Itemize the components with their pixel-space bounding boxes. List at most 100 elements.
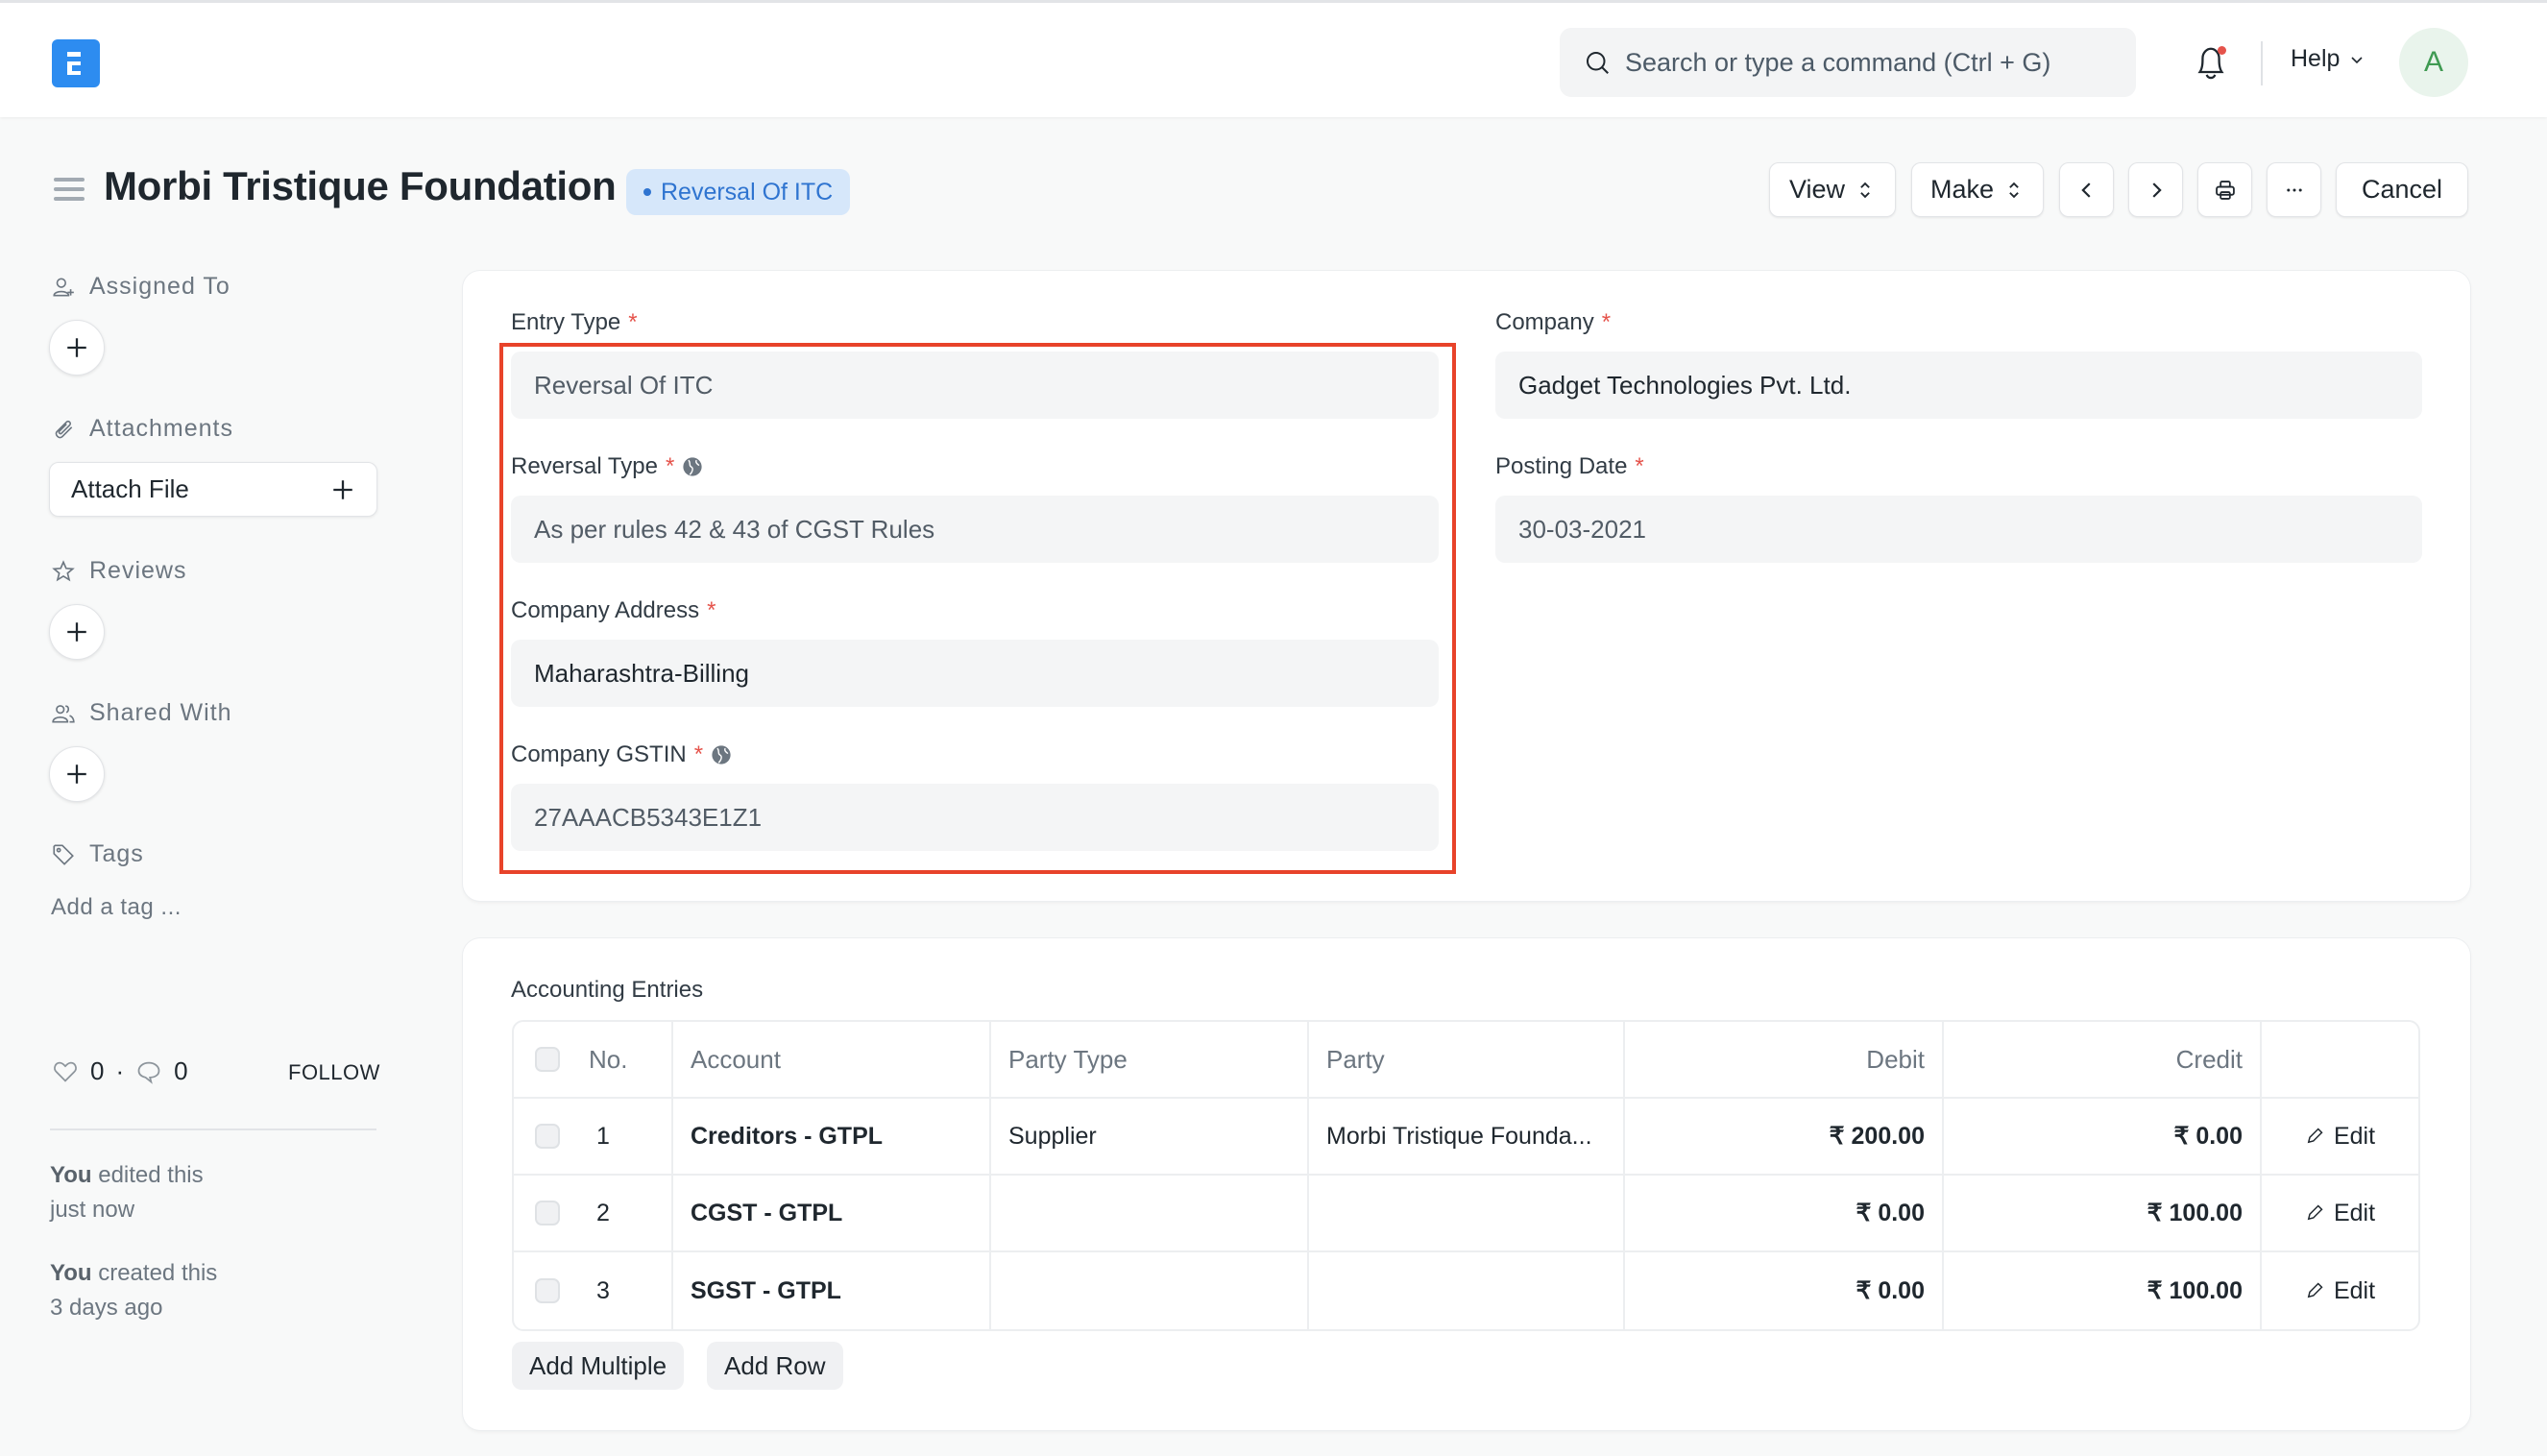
view-label: View (1788, 175, 1846, 204)
attach-file-button[interactable]: Attach File (49, 462, 377, 517)
app-logo-icon[interactable] (52, 39, 100, 87)
table-row[interactable]: 2 CGST - GTPL ₹ 0.00 ₹ 100.00 Edit (514, 1176, 2418, 1252)
more-actions-button[interactable] (2267, 162, 2321, 217)
add-review-button[interactable] (49, 604, 105, 660)
party-type-cell[interactable] (991, 1176, 1309, 1250)
posting-date-field[interactable]: 30-03-2021 (1495, 496, 2422, 563)
party-type-cell[interactable] (991, 1252, 1309, 1329)
plus-icon (67, 338, 86, 357)
debit-cell[interactable]: ₹ 0.00 (1625, 1252, 1944, 1329)
heart-icon[interactable] (52, 1058, 79, 1085)
credit-cell[interactable]: ₹ 0.00 (1944, 1099, 2262, 1174)
make-label: Make (1929, 175, 1995, 204)
top-navbar: Search or type a command (Ctrl + G) Help… (0, 0, 2547, 117)
timeline-item: You created this 3 days ago (50, 1256, 217, 1325)
party-cell[interactable]: Morbi Tristique Founda... (1309, 1099, 1625, 1174)
add-share-button[interactable] (49, 746, 105, 802)
chevron-right-icon (2151, 182, 2162, 198)
comment-icon[interactable] (135, 1058, 162, 1085)
select-arrows-icon (1860, 182, 1870, 198)
users-icon (52, 704, 75, 722)
column-header-account: Account (673, 1022, 991, 1097)
column-header-party-type: Party Type (991, 1022, 1309, 1097)
debit-cell[interactable]: ₹ 0.00 (1625, 1176, 1944, 1250)
add-row-button[interactable]: Add Row (707, 1342, 843, 1390)
cancel-button[interactable]: Cancel (2336, 162, 2468, 217)
likes-count: 0 (90, 1056, 105, 1085)
print-button[interactable] (2197, 162, 2252, 217)
party-type-cell[interactable]: Supplier (991, 1099, 1309, 1174)
comments-count: 0 (174, 1056, 188, 1085)
table-row[interactable]: 1 Creditors - GTPL Supplier Morbi Tristi… (514, 1099, 2418, 1176)
edit-row-button[interactable]: Edit (2262, 1252, 2418, 1329)
reviews-label: Reviews (89, 557, 187, 584)
follow-button[interactable]: FOLLOW (288, 1060, 380, 1085)
select-arrows-icon (2009, 182, 2019, 198)
user-avatar[interactable]: A (2399, 28, 2468, 97)
party-cell[interactable] (1309, 1252, 1625, 1329)
attachments-label: Attachments (89, 415, 233, 442)
social-stats: 0 · 0 (52, 1056, 188, 1086)
edit-row-button[interactable]: Edit (2262, 1176, 2418, 1250)
pencil-icon (2307, 1128, 2323, 1144)
assigned-to-label: Assigned To (89, 273, 230, 300)
add-multiple-button[interactable]: Add Multiple (512, 1342, 685, 1390)
status-dot (643, 188, 651, 196)
view-button[interactable]: View (1769, 162, 1896, 217)
plus-icon (67, 622, 86, 642)
plus-icon (333, 479, 352, 499)
chevron-left-icon (2080, 182, 2091, 198)
select-all-checkbox[interactable] (535, 1047, 560, 1072)
column-header-actions (2262, 1022, 2418, 1097)
previous-record-button[interactable] (2059, 162, 2114, 217)
status-badge: Reversal Of ITC (626, 169, 851, 215)
account-cell[interactable]: SGST - GTPL (673, 1252, 991, 1329)
pencil-icon (2307, 1282, 2323, 1298)
search-placeholder: Search or type a command (Ctrl + G) (1625, 47, 2051, 77)
tag-icon (53, 843, 74, 865)
edit-row-button[interactable]: Edit (2262, 1099, 2418, 1174)
assigned-to-heading: Assigned To (51, 273, 230, 301)
timeline-action: created this (98, 1260, 218, 1286)
next-record-button[interactable] (2128, 162, 2183, 217)
table-header-row: No. Account Party Type Party Debit Credi… (514, 1022, 2418, 1099)
edit-label: Edit (2333, 1122, 2376, 1150)
timeline-item: You edited this just now (50, 1158, 204, 1227)
timeline-time: just now (50, 1197, 135, 1223)
add-tag-link[interactable]: Add a tag ... (51, 894, 182, 921)
help-dropdown[interactable]: Help (2291, 45, 2365, 73)
row-number: 1 (596, 1122, 610, 1150)
row-checkbox[interactable] (535, 1278, 560, 1303)
attachments-heading: Attachments (51, 415, 233, 443)
column-header-debit: Debit (1625, 1022, 1944, 1097)
make-button[interactable]: Make (1911, 162, 2044, 217)
chevron-down-icon (2351, 56, 2363, 63)
row-checkbox[interactable] (535, 1201, 560, 1225)
company-label: Company * (1495, 309, 1612, 335)
highlight-annotation-box (499, 343, 1456, 874)
help-label: Help (2291, 45, 2341, 72)
pencil-icon (2307, 1204, 2323, 1221)
account-cell[interactable]: CGST - GTPL (673, 1176, 991, 1250)
tags-label: Tags (89, 840, 144, 867)
add-assignee-button[interactable] (49, 320, 105, 376)
tags-heading: Tags (51, 840, 144, 868)
party-cell[interactable] (1309, 1176, 1625, 1250)
cancel-label: Cancel (2361, 175, 2443, 204)
separator-dot: · (115, 1056, 125, 1085)
table-row[interactable]: 3 SGST - GTPL ₹ 0.00 ₹ 100.00 Edit (514, 1252, 2418, 1329)
company-field[interactable]: Gadget Technologies Pvt. Ltd. (1495, 352, 2422, 419)
row-checkbox[interactable] (535, 1124, 560, 1149)
edit-label: Edit (2333, 1276, 2376, 1304)
search-bar[interactable]: Search or type a command (Ctrl + G) (1560, 28, 2136, 97)
sidebar-toggle-icon[interactable] (54, 178, 85, 203)
reviews-heading: Reviews (51, 557, 186, 585)
debit-cell[interactable]: ₹ 200.00 (1625, 1099, 1944, 1174)
accounting-entries-title: Accounting Entries (511, 977, 704, 1003)
account-cell[interactable]: Creditors - GTPL (673, 1099, 991, 1174)
credit-cell[interactable]: ₹ 100.00 (1944, 1252, 2262, 1329)
notification-dot (2218, 46, 2226, 55)
timeline-time: 3 days ago (50, 1295, 163, 1321)
credit-cell[interactable]: ₹ 100.00 (1944, 1176, 2262, 1250)
column-header-party: Party (1309, 1022, 1625, 1097)
